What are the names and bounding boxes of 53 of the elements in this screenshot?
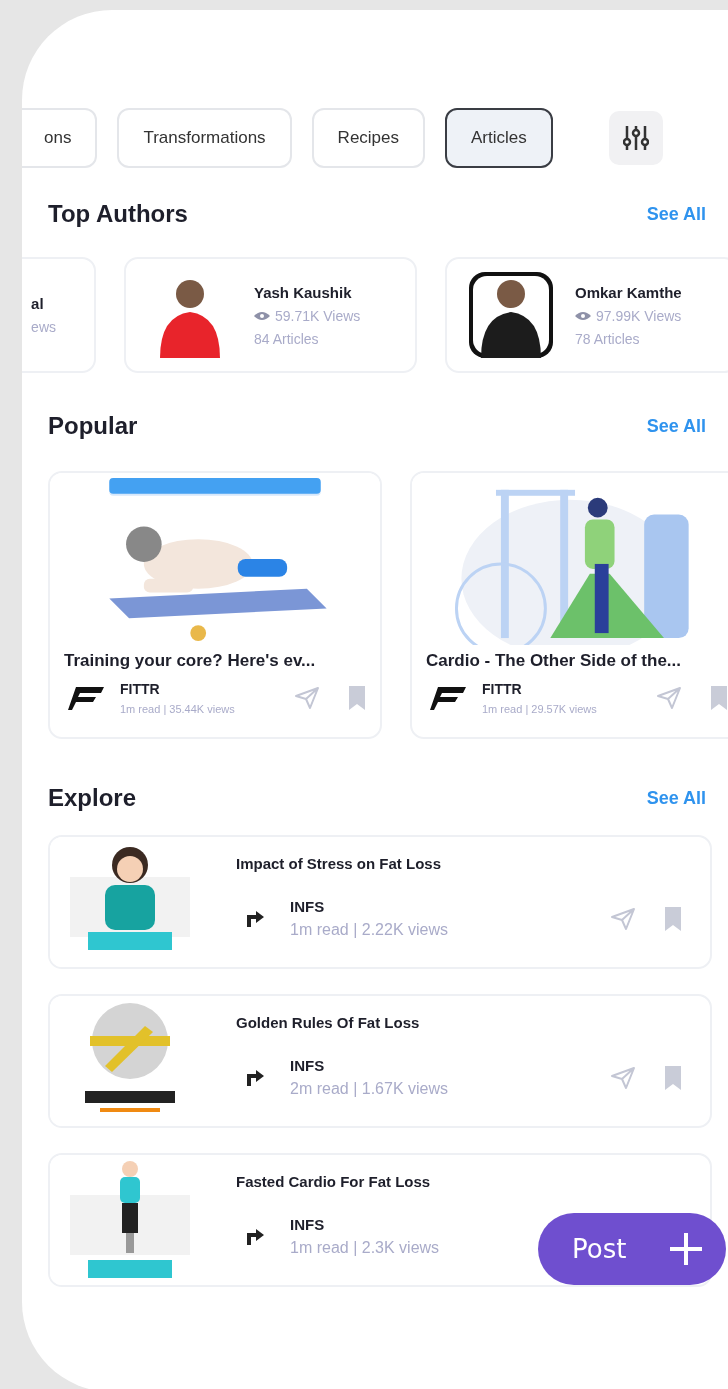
section-title: Top Authors xyxy=(48,200,188,228)
logo-icon xyxy=(430,685,466,711)
article-meta: 2m read | 1.67K views xyxy=(290,1080,448,1098)
article-meta: 1m read | 2.3K views xyxy=(290,1239,440,1257)
eye-icon xyxy=(575,310,591,321)
bookmark-icon[interactable] xyxy=(664,905,682,932)
author-name: Omkar Kamthe xyxy=(575,283,682,301)
sliders-icon xyxy=(622,124,649,152)
article-card[interactable]: Training your core? Here's ev... FITTR 1m read | 35.44K views xyxy=(48,471,382,739)
send-icon[interactable] xyxy=(610,906,636,931)
article-meta: 1m read | 29.57K views xyxy=(482,703,597,715)
source-name: INFS xyxy=(290,898,325,915)
article-title: Training your core? Here's ev... xyxy=(63,650,317,671)
source-name: INFS xyxy=(290,1057,325,1074)
filter-chip[interactable]: ons xyxy=(22,108,98,168)
author-name: Yash Kaushik xyxy=(254,283,353,301)
article-title: Cardio - The Other Side of the... xyxy=(425,650,683,671)
send-icon[interactable] xyxy=(656,686,682,710)
bookmark-icon[interactable] xyxy=(664,1064,682,1091)
article-title: Fasted Cardio For Fat Loss xyxy=(236,1173,432,1190)
eye-icon xyxy=(254,310,270,321)
article-card[interactable]: Impact of Stress on Fat Loss INFS 1m read | 2.22K views xyxy=(48,835,712,969)
send-icon[interactable] xyxy=(610,1065,636,1090)
section-title: Popular xyxy=(48,412,138,440)
send-icon[interactable] xyxy=(294,686,320,710)
section-title: Explore xyxy=(48,784,137,812)
author-card[interactable]: Omkar Kamthe 97.99K Views 78 Articles xyxy=(445,257,728,373)
author-name: al xyxy=(31,295,45,312)
article-meta: 1m read | 35.44K views xyxy=(120,703,235,715)
filter-chip[interactable]: Transformations xyxy=(117,108,292,168)
article-title: Golden Rules Of Fat Loss xyxy=(236,1014,421,1031)
author-card[interactable]: al ews xyxy=(22,257,96,373)
author-card[interactable]: Yash Kaushik 59.71K Views 84 Articles xyxy=(124,257,417,373)
source-name: FITTR xyxy=(120,681,160,697)
article-title: Impact of Stress on Fat Loss xyxy=(236,855,443,872)
source-name: INFS xyxy=(290,1216,325,1233)
author-views: 59.71K Views xyxy=(275,307,361,324)
article-count: 78 Articles xyxy=(575,330,641,347)
article-count: 84 Articles xyxy=(254,330,320,347)
filter-chip[interactable]: Articles xyxy=(445,108,553,168)
filter-button[interactable] xyxy=(608,111,663,165)
source-name: FITTR xyxy=(482,681,522,697)
plus-icon xyxy=(668,1231,704,1267)
bookmark-icon[interactable] xyxy=(710,685,728,711)
article-card[interactable]: Cardio - The Other Side of the... FITTR 1m read | 29.57K views xyxy=(410,471,728,739)
logo-icon xyxy=(68,685,104,711)
author-views: 97.99K Views xyxy=(596,307,682,324)
article-card[interactable]: Golden Rules Of Fat Loss INFS 2m read | 1.67K views xyxy=(48,994,712,1128)
filter-chip[interactable]: Recipes xyxy=(311,108,426,168)
bookmark-icon[interactable] xyxy=(348,685,366,711)
post-button[interactable]: Post xyxy=(538,1213,726,1285)
author-views: ews xyxy=(31,319,56,335)
article-meta: 1m read | 2.22K views xyxy=(290,921,448,939)
